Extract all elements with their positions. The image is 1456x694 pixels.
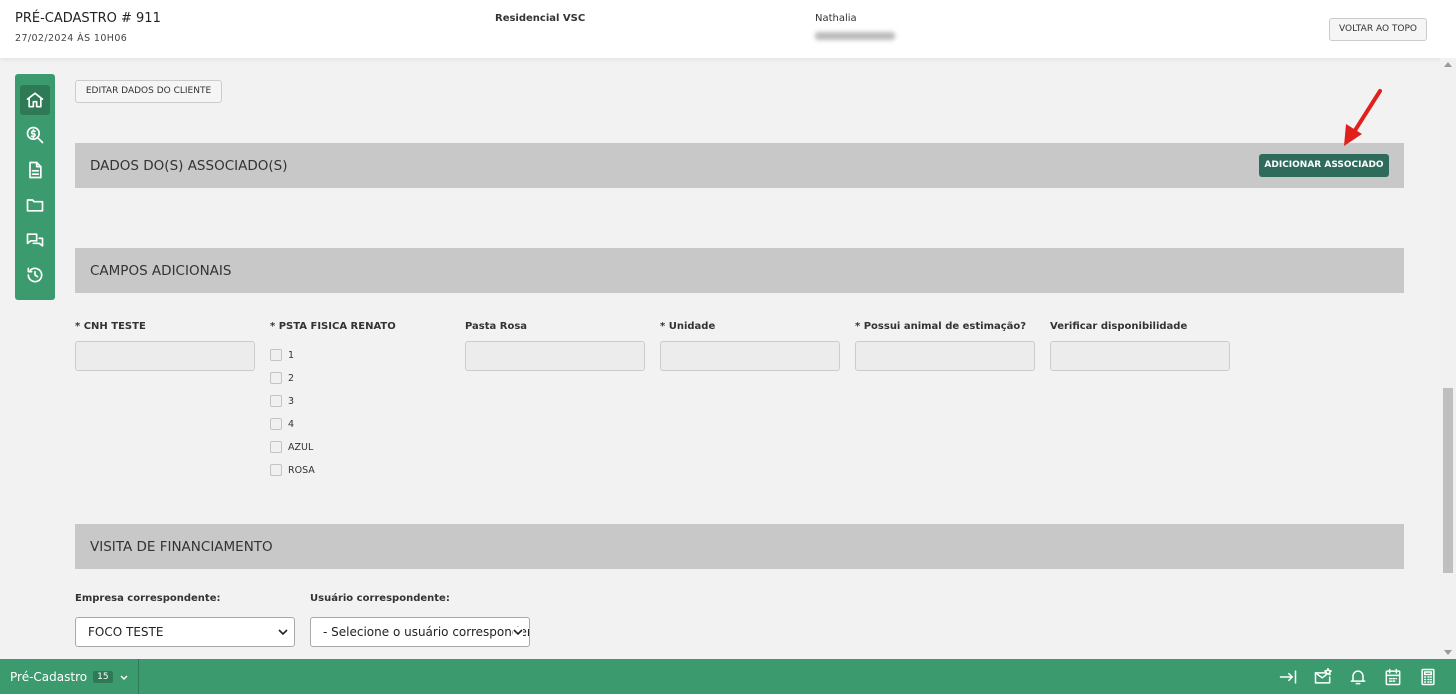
animal-input[interactable]: [855, 341, 1035, 371]
project-name: Residencial VSC: [495, 13, 586, 24]
checkbox[interactable]: [270, 372, 282, 384]
blurred-client-info: [815, 32, 895, 40]
left-sidebar: [15, 74, 55, 300]
checkbox-option[interactable]: 1: [270, 349, 294, 361]
disponibilidade-label: Verificar disponibilidade: [1050, 321, 1188, 332]
created-date: 27/02/2024 ÀS 10H06: [15, 33, 128, 44]
checkbox-option[interactable]: ROSA: [270, 464, 315, 476]
red-arrow-annotation: [1344, 89, 1382, 146]
exit-icon[interactable]: [1278, 667, 1298, 687]
associates-section-header: DADOS DO(S) ASSOCIADO(S) ADICIONAR ASSOC…: [75, 143, 1404, 188]
financing-section-title: VISITA DE FINANCIAMENTO: [90, 539, 273, 555]
folder-icon[interactable]: [20, 190, 50, 220]
pre-cadastro-tab[interactable]: Pré-Cadastro 15: [0, 659, 139, 694]
company-label: Empresa correspondente:: [75, 593, 221, 604]
cnh-label: * CNH TESTE: [75, 321, 146, 332]
additional-fields-title: CAMPOS ADICIONAIS: [90, 263, 232, 279]
unidade-label: * Unidade: [660, 321, 716, 332]
tab-count-badge: 15: [93, 670, 113, 683]
scroll-down-arrow[interactable]: [1444, 650, 1452, 655]
checkbox[interactable]: [270, 418, 282, 430]
page-title: PRÉ-CADASTRO # 911: [15, 11, 161, 26]
bell-icon[interactable]: [1348, 667, 1368, 687]
checkbox-option[interactable]: AZUL: [270, 441, 313, 453]
calculator-icon[interactable]: [1418, 667, 1438, 687]
checkbox-option[interactable]: 3: [270, 395, 294, 407]
associates-section-title: DADOS DO(S) ASSOCIADO(S): [90, 158, 288, 174]
page-scrollbar[interactable]: [1440, 58, 1456, 659]
top-bar: PRÉ-CADASTRO # 911 27/02/2024 ÀS 10H06 R…: [0, 0, 1456, 58]
mail-star-icon[interactable]: [1313, 667, 1333, 687]
client-name: Nathalia: [815, 13, 857, 24]
edit-client-button[interactable]: EDITAR DADOS DO CLIENTE: [75, 80, 222, 103]
calendar-icon[interactable]: [1383, 667, 1403, 687]
psta-label: * PSTA FISICA RENATO: [270, 321, 396, 332]
checkbox[interactable]: [270, 395, 282, 407]
checkbox[interactable]: [270, 441, 282, 453]
search-dollar-icon[interactable]: [20, 120, 50, 150]
checkbox-label: 3: [288, 395, 295, 407]
user-select[interactable]: - Selecione o usuário correspondente -: [310, 617, 530, 647]
checkbox-label: AZUL: [288, 441, 314, 453]
chevron-down-icon: [513, 627, 523, 637]
checkbox-label: ROSA: [288, 464, 315, 476]
company-select-value: FOCO TESTE: [88, 625, 164, 639]
pasta-rosa-label: Pasta Rosa: [465, 321, 528, 332]
home-icon[interactable]: [20, 85, 50, 115]
animal-label: * Possui animal de estimação?: [855, 321, 1027, 332]
checkbox-label: 2: [288, 372, 295, 384]
user-label: Usuário correspondente:: [310, 593, 450, 604]
unidade-input[interactable]: [660, 341, 840, 371]
checkbox-label: 1: [288, 349, 295, 361]
checkbox[interactable]: [270, 349, 282, 361]
chat-icon[interactable]: [20, 225, 50, 255]
additional-fields-section-header: CAMPOS ADICIONAIS: [75, 248, 1404, 293]
history-icon[interactable]: [20, 260, 50, 290]
financing-section-header: VISITA DE FINANCIAMENTO: [75, 524, 1404, 569]
checkbox-option[interactable]: 2: [270, 372, 294, 384]
checkbox-label: 4: [288, 418, 295, 430]
document-icon[interactable]: [20, 155, 50, 185]
checkbox[interactable]: [270, 464, 282, 476]
scroll-up-arrow[interactable]: [1444, 62, 1452, 67]
tab-label: Pré-Cadastro: [10, 669, 88, 684]
back-to-top-button[interactable]: VOLTAR AO TOPO: [1329, 18, 1427, 41]
chevron-down-icon: [278, 629, 288, 636]
disponibilidade-input[interactable]: [1050, 341, 1230, 371]
user-select-value: - Selecione o usuário correspondente -: [323, 625, 529, 639]
cnh-input[interactable]: [75, 341, 255, 371]
scrollbar-thumb[interactable]: [1443, 388, 1453, 573]
pasta-rosa-input[interactable]: [465, 341, 645, 371]
checkbox-option[interactable]: 4: [270, 418, 294, 430]
chevron-down-icon: [120, 675, 128, 680]
company-select[interactable]: FOCO TESTE: [75, 617, 295, 647]
bottom-bar: Pré-Cadastro 15: [0, 659, 1456, 694]
add-associate-button[interactable]: ADICIONAR ASSOCIADO: [1259, 154, 1389, 177]
